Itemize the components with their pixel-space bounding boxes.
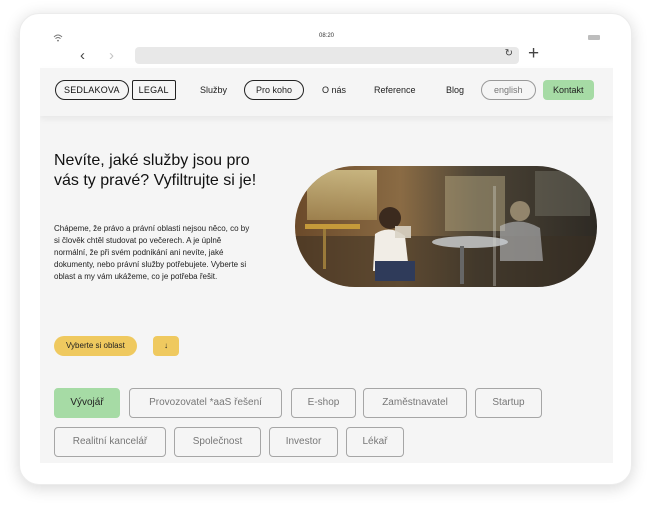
filter-tag-eshop[interactable]: E-shop bbox=[291, 388, 356, 418]
logo-part-legal: LEGAL bbox=[131, 80, 176, 100]
nav-item-o-nas[interactable]: O nás bbox=[322, 85, 346, 95]
filter-tag-startup[interactable]: Startup bbox=[475, 388, 542, 418]
select-area-button[interactable]: Vyberte si oblast bbox=[54, 336, 137, 356]
nav-item-pro-koho[interactable]: Pro koho bbox=[244, 80, 305, 100]
hero-description: Chápeme, že právo a právní oblasti nejso… bbox=[54, 224, 250, 281]
scroll-down-button[interactable]: ↓ bbox=[153, 336, 179, 356]
filter-tag-investor[interactable]: Investor bbox=[269, 427, 338, 457]
page-title: Nevíte, jaké služby jsou pro vás ty prav… bbox=[54, 152, 257, 189]
site-header: SEDLAKOVA LEGAL Služby Pro koho O nás Re… bbox=[40, 68, 613, 116]
new-tab-button[interactable]: + bbox=[528, 44, 539, 64]
hero-photo bbox=[295, 166, 597, 287]
logo[interactable]: SEDLAKOVA LEGAL bbox=[55, 80, 176, 100]
filter-tag-provozovatel-aas[interactable]: Provozovatel *aaS řešení bbox=[129, 388, 282, 418]
nav-item-reference[interactable]: Reference bbox=[374, 85, 416, 95]
language-button[interactable]: english bbox=[481, 80, 536, 100]
back-button[interactable]: ‹ bbox=[80, 48, 85, 63]
browser-toolbar: ‹ › ↻ + bbox=[40, 44, 613, 68]
filter-tag-zamestnavatel[interactable]: Zaměstnavatel bbox=[363, 388, 467, 418]
nav-item-sluzby[interactable]: Služby bbox=[200, 85, 227, 95]
filter-tag-spolecnost[interactable]: Společnost bbox=[174, 427, 261, 457]
filter-tag-vyvojar[interactable]: Vývojář bbox=[54, 388, 120, 418]
battery-icon bbox=[588, 35, 600, 40]
filter-tag-realitni-kancelar[interactable]: Realitní kancelář bbox=[54, 427, 166, 457]
url-bar[interactable]: ↻ bbox=[135, 47, 519, 64]
reload-icon[interactable]: ↻ bbox=[505, 48, 513, 59]
filter-tag-lekar[interactable]: Lékař bbox=[346, 427, 404, 457]
logo-part-sedlakova: SEDLAKOVA bbox=[55, 80, 129, 100]
forward-button[interactable]: › bbox=[109, 48, 114, 63]
contact-button[interactable]: Kontakt bbox=[543, 80, 594, 100]
nav-item-blog[interactable]: Blog bbox=[446, 85, 464, 95]
screen: 08:20 ‹ › ↻ + SEDLAKOVA LEGAL Služby Pro… bbox=[40, 32, 613, 463]
status-time: 08:20 bbox=[318, 33, 334, 39]
